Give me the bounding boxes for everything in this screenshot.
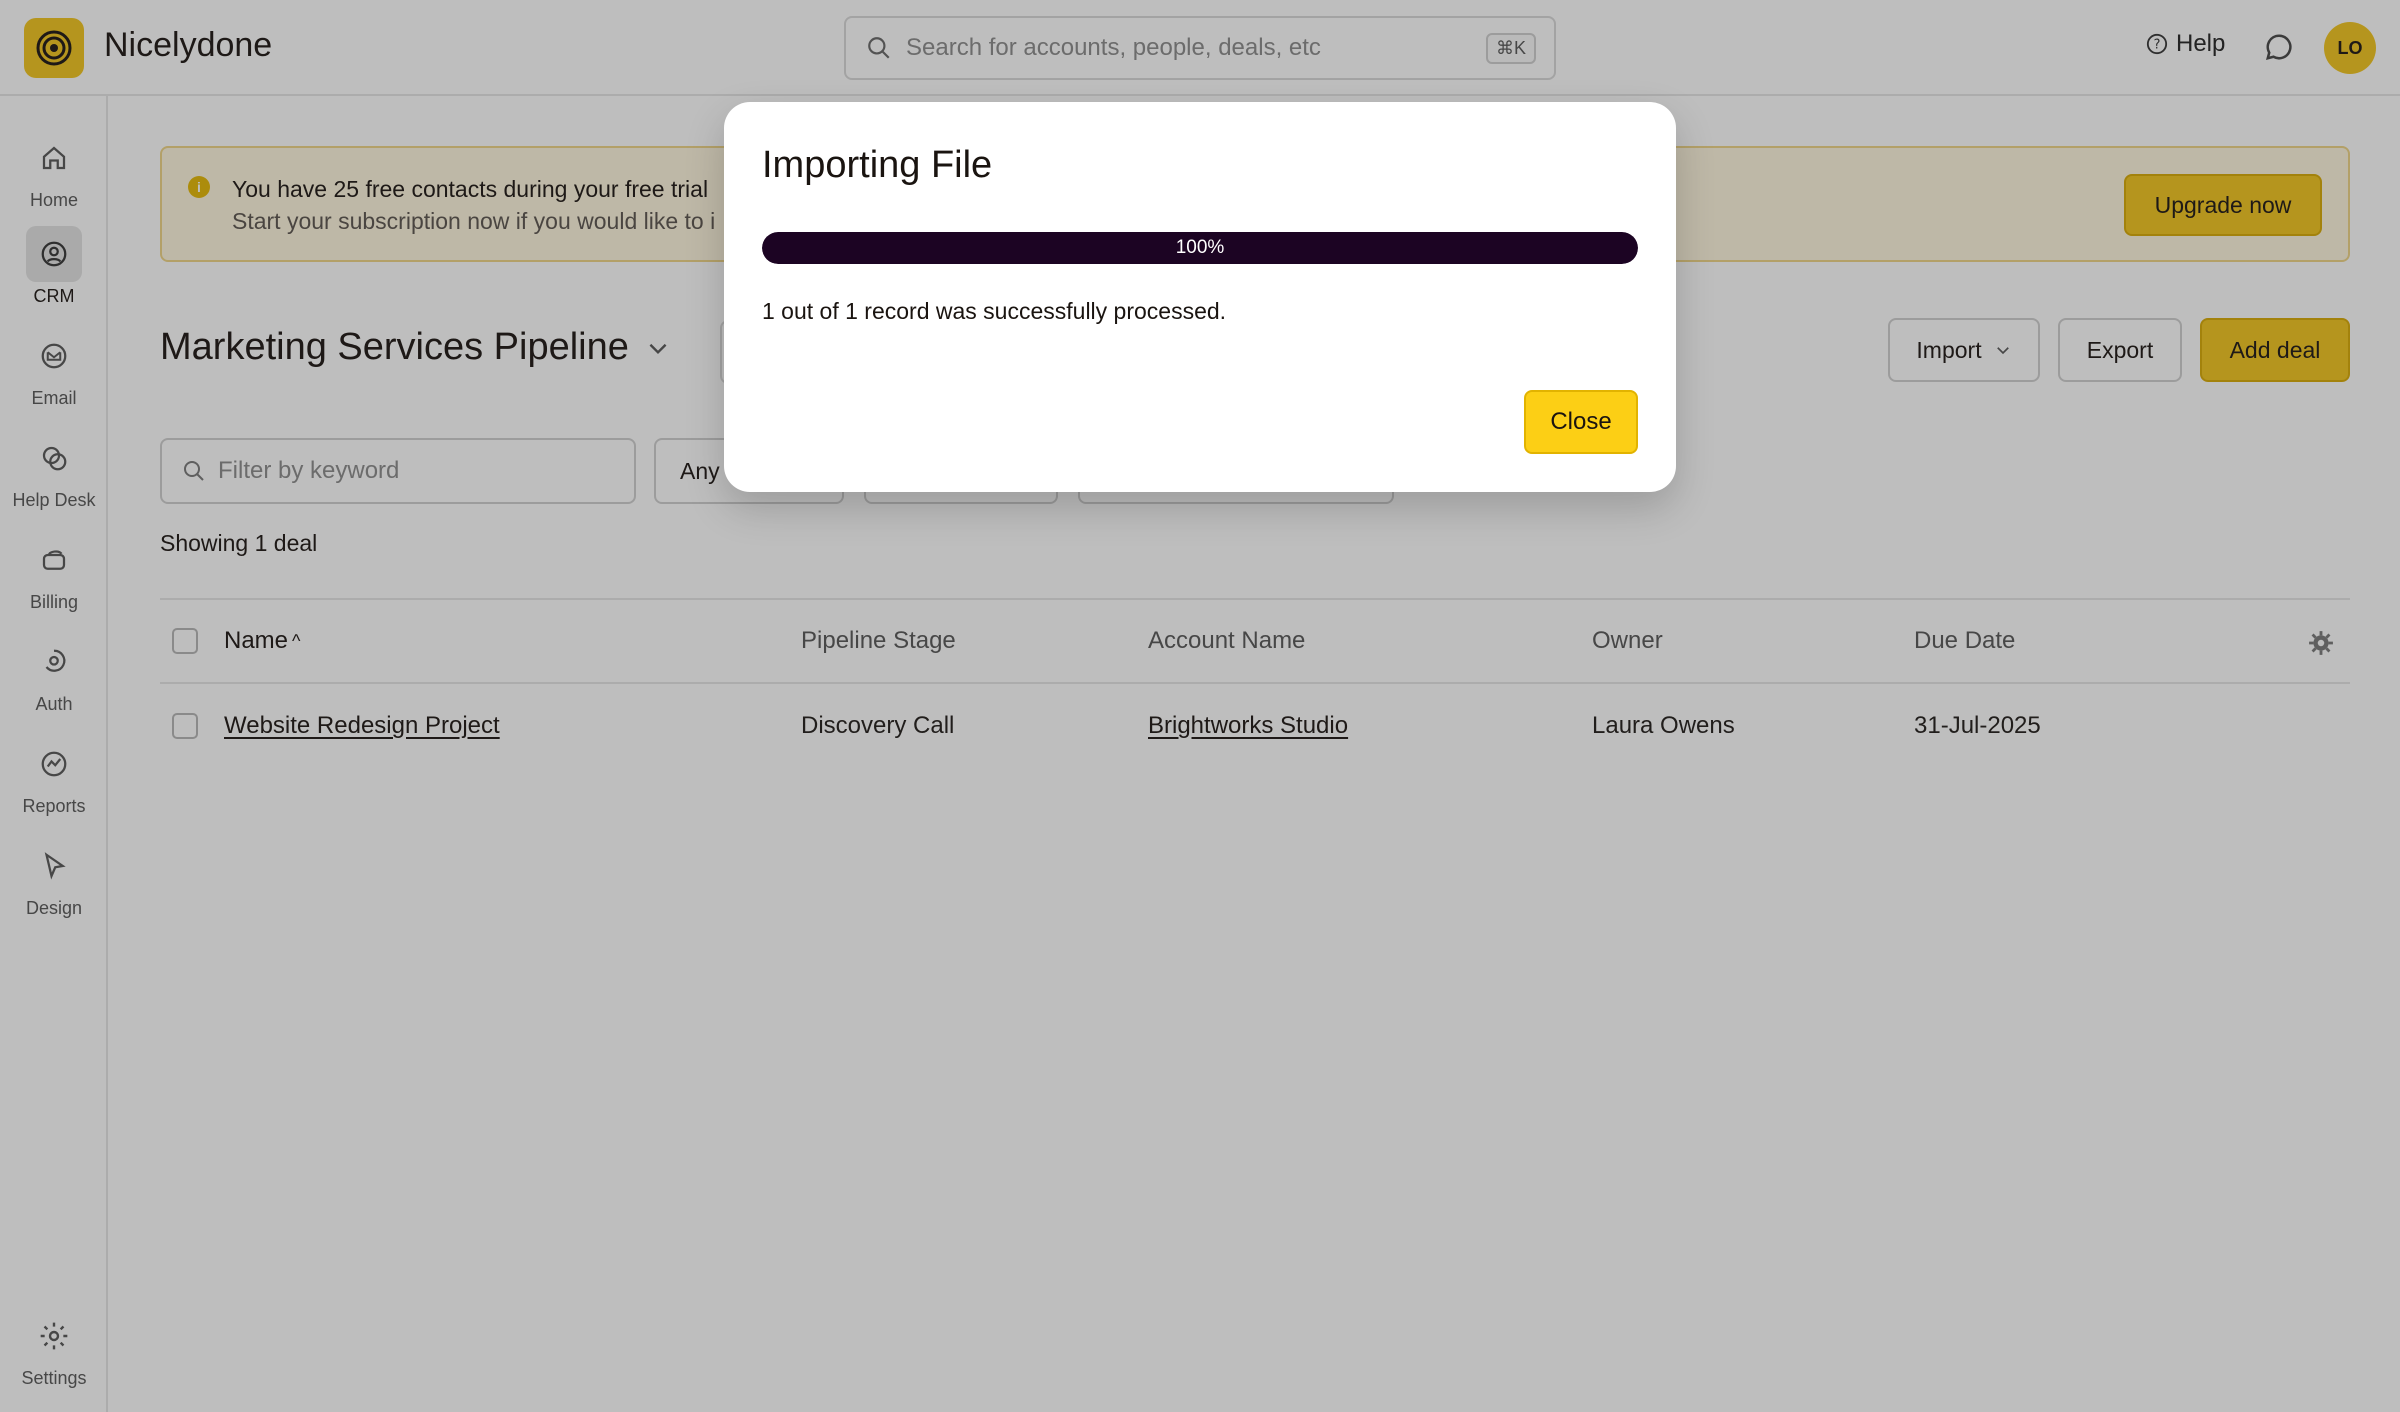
import-dialog: Importing File 100% 1 out of 1 record wa… <box>724 102 1676 492</box>
progress-label: 100% <box>1175 237 1225 258</box>
dialog-title: Importing File <box>762 144 993 186</box>
close-button[interactable]: Close <box>1524 390 1638 454</box>
import-progress-bar: 100% <box>762 232 1638 264</box>
import-result-message: 1 out of 1 record was successfully proce… <box>762 298 1227 324</box>
